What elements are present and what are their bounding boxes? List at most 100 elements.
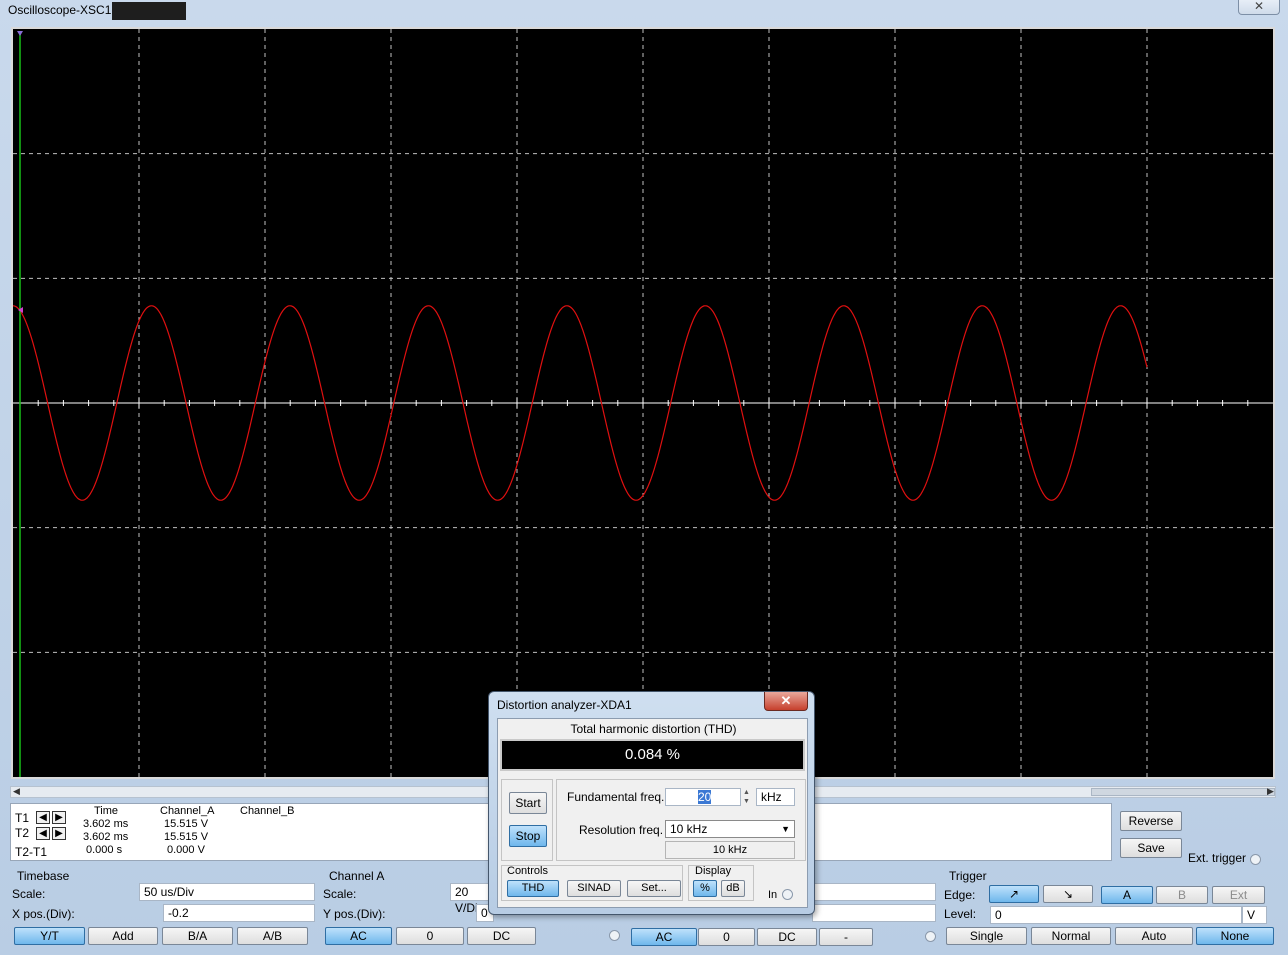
t2-left-arrow-button[interactable]: ◀ [36, 827, 50, 840]
t2-time-value: 3.602 ms [83, 831, 129, 843]
display-group: Display % dB [688, 865, 754, 901]
channel-b-ac-button[interactable]: AC [631, 928, 697, 946]
thd-title: Total harmonic distortion (THD) [570, 722, 737, 736]
chevron-down-icon[interactable]: ▼ [781, 821, 790, 837]
channel-b-terminal[interactable] [925, 931, 936, 942]
t2-t1-channel-a-value: 0.000 V [167, 844, 205, 856]
timebase-xpos-field[interactable]: -0.2 [163, 904, 315, 922]
t1-right-arrow-button[interactable]: ▶ [52, 811, 66, 824]
reverse-button[interactable]: Reverse [1120, 811, 1182, 831]
oscilloscope-screen [11, 27, 1275, 779]
scroll-thumb[interactable] [1091, 788, 1275, 796]
channel-b-invert-button[interactable]: - [819, 928, 873, 946]
set-button[interactable]: Set... [627, 880, 681, 897]
t1-time-value: 3.602 ms [83, 818, 129, 830]
title-bar: Oscilloscope-XSC1 ✕ [0, 0, 1288, 22]
column-header-channel-b: Channel_B [240, 805, 295, 817]
fundamental-freq-spinner[interactable]: ▲ ▼ [743, 788, 754, 806]
trigger-source-ext-button[interactable]: Ext [1212, 886, 1265, 904]
thd-mode-button[interactable]: THD [507, 880, 559, 897]
ext-trigger-label: Ext. trigger [1188, 851, 1247, 865]
t2-t1-label: T2-T1 [15, 845, 48, 859]
add-mode-button[interactable]: Add [88, 927, 158, 945]
percent-display-button[interactable]: % [693, 880, 717, 897]
distortion-analyzer-close-button[interactable]: ✕ [764, 692, 808, 711]
fundamental-freq-field[interactable]: 20 [665, 788, 741, 806]
input-terminal[interactable] [782, 889, 793, 900]
ba-mode-button[interactable]: B/A [162, 927, 233, 945]
resolution-freq-selected: 10 kHz [670, 822, 708, 836]
rising-edge-icon: ↗ [1008, 887, 1020, 901]
distortion-analyzer-window: Distortion analyzer-XDA1 ✕ Total harmoni… [488, 691, 815, 915]
trigger-edge-label: Edge: [944, 888, 976, 902]
channel-b-scale-field[interactable] [812, 883, 936, 901]
timebase-title: Timebase [17, 869, 70, 883]
channel-a-scale-label: Scale: [323, 887, 357, 901]
timebase-scale-label: Scale: [12, 887, 46, 901]
channel-a-zero-button[interactable]: 0 [396, 927, 464, 945]
ab-mode-button[interactable]: A/B [237, 927, 308, 945]
timebase-scale-field[interactable]: 50 us/Div [139, 883, 315, 901]
ext-trigger-terminal[interactable] [1250, 854, 1261, 865]
timebase-xpos-label: X pos.(Div): [12, 907, 75, 921]
t2-right-arrow-button[interactable]: ▶ [52, 827, 66, 840]
trigger-level-unit: V [1242, 906, 1267, 924]
spin-down-icon[interactable]: ▼ [743, 797, 754, 806]
resolution-freq-label: Resolution freq. [579, 823, 664, 837]
trigger-source-b-button[interactable]: B [1156, 886, 1208, 904]
channel-b-dc-button[interactable]: DC [757, 928, 817, 946]
fundamental-freq-unit: kHz [756, 788, 795, 806]
channel-b-ypos-field[interactable] [812, 904, 936, 922]
fundamental-freq-value: 20 [698, 790, 712, 804]
sinad-mode-button[interactable]: SINAD [567, 880, 621, 897]
t1-channel-a-value: 15.515 V [164, 818, 209, 830]
trigger-none-button[interactable]: None [1196, 927, 1274, 945]
cursor-t1-handle[interactable] [17, 31, 23, 36]
trigger-level-field[interactable]: 0 [990, 906, 1242, 924]
column-header-time: Time [94, 805, 119, 817]
channel-a-terminal[interactable] [609, 930, 620, 941]
resolution-freq-select[interactable]: 10 kHz ▼ [665, 820, 795, 838]
scroll-right-icon[interactable]: ▶ [1267, 786, 1274, 797]
save-button[interactable]: Save [1120, 838, 1182, 858]
t2-channel-a-value: 15.515 V [164, 831, 209, 843]
input-terminal-label: In [768, 889, 778, 901]
channel-a-ac-button[interactable]: AC [325, 927, 392, 945]
column-header-channel-a: Channel_A [160, 805, 215, 817]
trigger-title: Trigger [949, 869, 987, 883]
display-title: Display [695, 865, 732, 877]
fundamental-freq-label: Fundamental freq. [567, 790, 665, 804]
channel-b-zero-button[interactable]: 0 [698, 928, 755, 946]
t1-label: T1 [15, 811, 30, 825]
start-stop-group: Start Stop [501, 779, 553, 861]
stop-button[interactable]: Stop [509, 825, 547, 847]
controls-title: Controls [507, 865, 548, 877]
yt-mode-button[interactable]: Y/T [14, 927, 85, 945]
channel-a-ypos-label: Y pos.(Div): [323, 907, 386, 921]
falling-edge-icon: ↘ [1062, 887, 1074, 901]
thd-readout: 0.084 % [500, 739, 805, 771]
db-display-button[interactable]: dB [721, 880, 745, 897]
trigger-normal-button[interactable]: Normal [1031, 927, 1111, 945]
trigger-falling-edge-button[interactable]: ↘ [1043, 885, 1093, 903]
trigger-source-a-button[interactable]: A [1101, 886, 1153, 904]
oscilloscope-graticule [13, 29, 1273, 777]
trigger-rising-edge-button[interactable]: ↗ [989, 885, 1039, 903]
trigger-level-label: Level: [944, 907, 977, 921]
t2-label: T2 [15, 826, 30, 840]
close-window-button[interactable]: ✕ [1238, 0, 1280, 15]
channel-a-dc-button[interactable]: DC [467, 927, 536, 945]
t1-left-arrow-button[interactable]: ◀ [36, 811, 50, 824]
trigger-auto-button[interactable]: Auto [1115, 927, 1193, 945]
t2-t1-time-value: 0.000 s [86, 844, 123, 856]
spin-up-icon[interactable]: ▲ [743, 788, 754, 797]
trigger-single-button[interactable]: Single [946, 927, 1027, 945]
window-title: Oscilloscope-XSC1 [8, 3, 112, 17]
title-bar-blurred-area [112, 2, 186, 20]
channel-a-title: Channel A [329, 869, 385, 883]
resolution-freq-readout: 10 kHz [665, 841, 795, 859]
start-button[interactable]: Start [509, 792, 547, 814]
distortion-analyzer-panel: Total harmonic distortion (THD) 0.084 % … [497, 718, 808, 908]
scroll-left-icon[interactable]: ◀ [13, 786, 20, 797]
distortion-analyzer-title: Distortion analyzer-XDA1 [497, 698, 632, 712]
